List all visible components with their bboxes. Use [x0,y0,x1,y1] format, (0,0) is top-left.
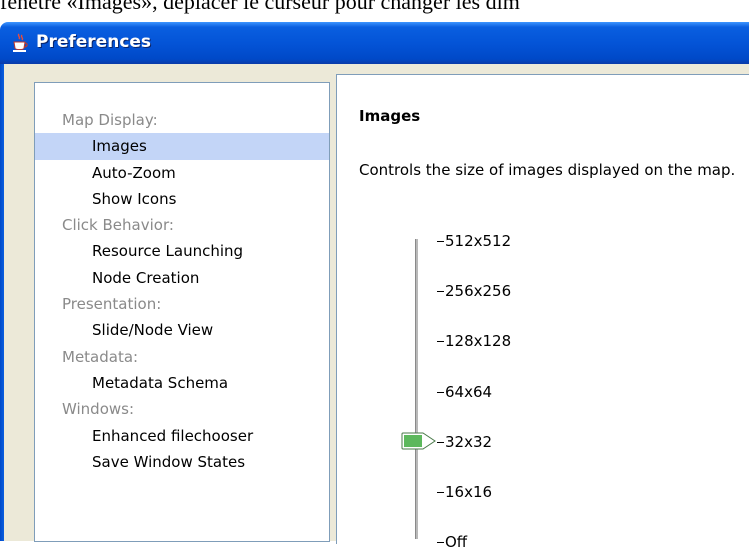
tick-text: 32x32 [445,432,493,451]
tick-text: Off [445,533,468,551]
nav-category-windows: Windows: [62,400,135,419]
nav-item-images[interactable]: Images [35,133,329,160]
tick-mark [437,441,444,443]
nav-category-presentation: Presentation: [62,295,162,314]
tick-text: 128x128 [445,332,512,351]
image-size-slider-track[interactable] [415,239,418,539]
slider-tick-label[interactable]: Off [437,533,467,551]
nav-list: Map Display: Images Auto-Zoom Show Icons Cli… [35,107,329,475]
nav-item-slide-node-view[interactable]: Slide/Node View [35,317,329,343]
nav-category-metadata: Metadata: [62,347,139,366]
nav-item-metadata-schema[interactable]: Metadata Schema [35,370,329,396]
content-heading: Images [359,107,421,125]
window-body: Map Display: Images Auto-Zoom Show Icons Cli… [4,64,749,551]
slider-tick-label[interactable]: 64x64 [437,383,492,401]
nav-item-resource-launching[interactable]: Resource Launching [35,238,329,264]
nav-category-map-display: Map Display: [62,111,158,129]
tick-mark [437,391,444,393]
slider-thumb-fill [404,435,422,447]
nav-item-save-window-states[interactable]: Save Window States [35,449,329,475]
content-description: Controls the size of images displayed on… [359,161,736,179]
tick-mark [437,291,444,293]
slider-tick-label[interactable]: 512x512 [437,232,511,250]
tick-text: 256x256 [445,282,512,301]
tick-mark [437,492,444,493]
slider-tick-label[interactable]: 256x256 [437,282,511,300]
tick-mark [437,241,444,242]
window-title: Preferences [36,32,152,52]
tick-mark [437,542,444,544]
tick-text: 64x64 [445,382,493,401]
tick-text: 16x16 [445,483,493,501]
nav-item-enhanced-filechooser[interactable]: Enhanced filechooser [35,423,329,449]
image-size-slider-thumb[interactable] [401,432,437,450]
slider-tick-label[interactable]: 32x32 [437,433,492,451]
java-cup-icon [13,33,28,52]
nav-item-show-icons[interactable]: Show Icons [35,186,329,212]
slider-tick-label[interactable]: 16x16 [437,483,492,501]
slider-tick-label[interactable]: 128x128 [437,332,511,350]
preferences-nav-tree[interactable]: Map Display: Images Auto-Zoom Show Icons Cli… [34,82,330,542]
tick-text: 512x512 [445,232,512,250]
nav-item-node-creation[interactable]: Node Creation [35,265,329,291]
document-text: fenêtre «Images», déplacer le curseur po… [0,0,520,14]
window-titlebar[interactable]: Preferences [0,22,749,64]
nav-category-click-behavior: Click Behavior: [62,216,174,235]
nav-item-auto-zoom[interactable]: Auto-Zoom [35,160,329,186]
preferences-content-panel: Images Controls the size of images displ… [336,74,749,551]
tick-mark [437,341,444,343]
